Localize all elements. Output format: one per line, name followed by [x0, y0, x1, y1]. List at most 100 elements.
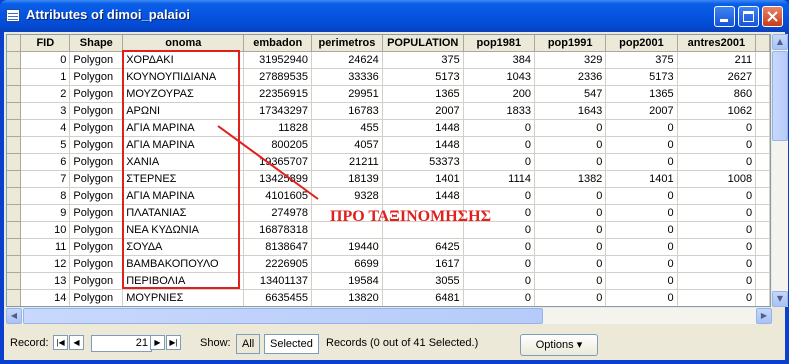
cell-pop1991[interactable]: 0 — [534, 238, 607, 256]
column-header-pop1991[interactable]: pop1991 — [534, 35, 607, 52]
cell-embadon[interactable]: 800205 — [243, 136, 313, 154]
cell-embadon[interactable]: 17343297 — [243, 102, 313, 120]
cell-fid[interactable]: 14 — [20, 289, 71, 306]
cell-fid[interactable]: 11 — [20, 238, 71, 256]
cell-perimetros[interactable]: 16783 — [311, 102, 383, 120]
cell-population[interactable]: 3055 — [382, 272, 464, 290]
cell-population[interactable]: 6425 — [382, 238, 464, 256]
cell-population[interactable]: 375 — [382, 51, 464, 69]
cell-fid[interactable]: 4 — [20, 119, 71, 137]
close-button[interactable] — [762, 6, 783, 27]
cell-perimetros[interactable]: 33336 — [311, 68, 383, 86]
cell-population[interactable]: 1448 — [382, 136, 464, 154]
cell-perimetros[interactable]: 19584 — [311, 272, 383, 290]
cell-antres2001[interactable]: 0 — [677, 272, 757, 290]
cell-pop1981[interactable]: 1114 — [463, 170, 536, 188]
row-selector[interactable] — [7, 153, 22, 171]
cell-embadon[interactable]: 31952940 — [243, 51, 313, 69]
cell-fid[interactable]: 6 — [20, 153, 71, 171]
cell-pop1991[interactable]: 2336 — [534, 68, 607, 86]
cell-perimetros[interactable]: 455 — [311, 119, 383, 137]
row-selector[interactable] — [7, 187, 22, 205]
cell-pop2001[interactable]: 375 — [605, 51, 678, 69]
cell-antres2001[interactable]: 860 — [677, 85, 757, 103]
cell-pop1981[interactable]: 1043 — [463, 68, 536, 86]
cell-partial[interactable] — [755, 102, 770, 120]
attribute-table[interactable]: FID Shape onoma embadon perimetros POPULATION… — [6, 34, 771, 307]
column-header-pop1981[interactable]: pop1981 — [463, 35, 536, 52]
cell-antres2001[interactable]: 0 — [677, 204, 757, 222]
cell-pop1981[interactable]: 0 — [463, 255, 536, 273]
cell-antres2001[interactable]: 0 — [677, 153, 757, 171]
cell-fid[interactable]: 8 — [20, 187, 71, 205]
cell-pop1981[interactable]: 0 — [463, 187, 536, 205]
cell-pop1991[interactable]: 0 — [534, 187, 607, 205]
column-header-partial[interactable] — [755, 35, 770, 52]
cell-pop2001[interactable]: 2007 — [605, 102, 678, 120]
cell-population[interactable]: 1448 — [382, 119, 464, 137]
cell-partial[interactable] — [755, 153, 770, 171]
minimize-button[interactable] — [714, 6, 735, 27]
cell-fid[interactable]: 13 — [20, 272, 71, 290]
row-selector[interactable] — [7, 119, 22, 137]
cell-pop1991[interactable]: 0 — [534, 204, 607, 222]
cell-partial[interactable] — [755, 204, 770, 222]
first-record-button[interactable]: |◀ — [53, 335, 68, 350]
cell-pop2001[interactable]: 5173 — [605, 68, 678, 86]
cell-perimetros[interactable]: 9328 — [311, 187, 383, 205]
cell-population[interactable]: 2007 — [382, 102, 464, 120]
previous-record-button[interactable]: ◀ — [69, 335, 84, 350]
cell-population[interactable]: 1365 — [382, 85, 464, 103]
table-row[interactable]: 14 Polygon ΜΟΥΡΝΙΕΣ 6635455 13820 6481 0 0 0 0 — [7, 289, 770, 306]
cell-pop2001[interactable]: 1365 — [605, 85, 678, 103]
row-selector[interactable] — [7, 51, 22, 69]
cell-pop1991[interactable]: 329 — [534, 51, 607, 69]
cell-embadon[interactable]: 274978 — [243, 204, 313, 222]
cell-fid[interactable]: 7 — [20, 170, 71, 188]
cell-embadon[interactable]: 4101605 — [243, 187, 313, 205]
cell-shape[interactable]: Polygon — [69, 221, 124, 239]
horizontal-scrollbar[interactable]: ◀ ▶ — [6, 308, 772, 324]
cell-partial[interactable] — [755, 170, 770, 188]
options-button[interactable]: Options ▾ — [520, 334, 598, 356]
cell-partial[interactable] — [755, 289, 770, 306]
cell-pop1981[interactable]: 0 — [463, 272, 536, 290]
column-header-fid[interactable]: FID — [20, 35, 71, 52]
cell-shape[interactable]: Polygon — [69, 102, 124, 120]
cell-pop2001[interactable]: 0 — [605, 153, 678, 171]
cell-pop2001[interactable]: 0 — [605, 119, 678, 137]
cell-population[interactable]: 6481 — [382, 289, 464, 306]
horizontal-scroll-thumb[interactable] — [23, 308, 543, 324]
cell-antres2001[interactable]: 211 — [677, 51, 757, 69]
cell-antres2001[interactable]: 0 — [677, 187, 757, 205]
cell-partial[interactable] — [755, 238, 770, 256]
cell-pop1981[interactable]: 0 — [463, 289, 536, 306]
cell-shape[interactable]: Polygon — [69, 153, 124, 171]
cell-partial[interactable] — [755, 187, 770, 205]
cell-shape[interactable]: Polygon — [69, 85, 124, 103]
cell-shape[interactable]: Polygon — [69, 255, 124, 273]
scroll-down-button[interactable]: ▼ — [772, 291, 788, 307]
cell-pop2001[interactable]: 0 — [605, 187, 678, 205]
cell-fid[interactable]: 2 — [20, 85, 71, 103]
title-bar[interactable]: Attributes of dimoi_palaioi — [0, 0, 789, 32]
cell-partial[interactable] — [755, 255, 770, 273]
column-header-perimetros[interactable]: perimetros — [311, 35, 383, 52]
cell-antres2001[interactable]: 1062 — [677, 102, 757, 120]
cell-embadon[interactable]: 13401137 — [243, 272, 313, 290]
cell-antres2001[interactable]: 2627 — [677, 68, 757, 86]
row-selector[interactable] — [7, 272, 22, 290]
cell-perimetros[interactable]: 6699 — [311, 255, 383, 273]
cell-pop1981[interactable]: 0 — [463, 153, 536, 171]
row-selector[interactable] — [7, 289, 22, 306]
cell-perimetros[interactable]: 29951 — [311, 85, 383, 103]
cell-population[interactable]: 1448 — [382, 187, 464, 205]
cell-antres2001[interactable]: 0 — [677, 119, 757, 137]
row-selector[interactable] — [7, 238, 22, 256]
vertical-scroll-thumb[interactable] — [772, 51, 788, 141]
row-selector[interactable] — [7, 170, 22, 188]
cell-pop1991[interactable]: 1382 — [534, 170, 607, 188]
cell-pop1991[interactable]: 0 — [534, 153, 607, 171]
cell-pop1981[interactable]: 200 — [463, 85, 536, 103]
cell-shape[interactable]: Polygon — [69, 204, 124, 222]
